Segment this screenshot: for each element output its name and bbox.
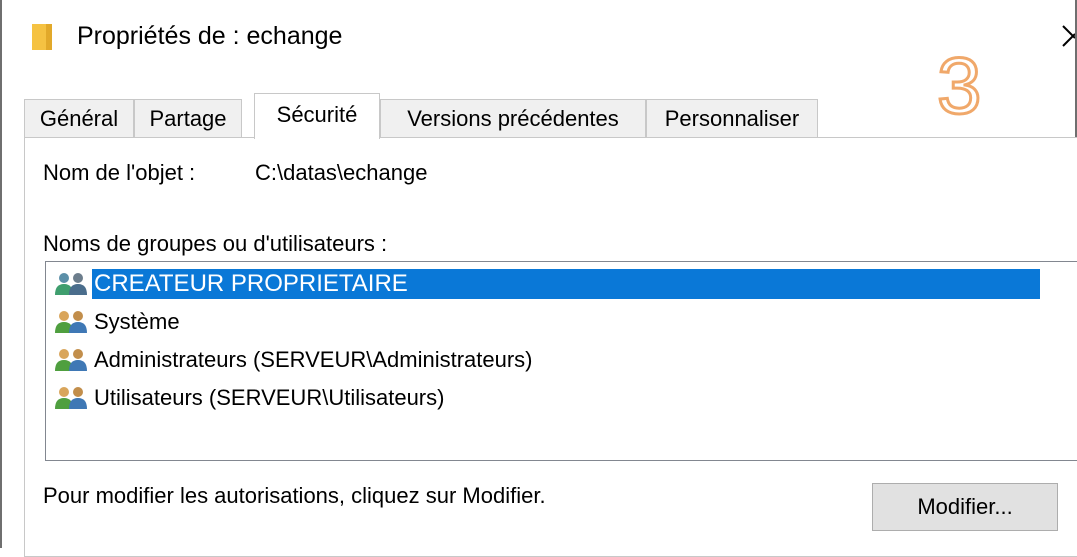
tab-partage[interactable]: Partage <box>134 99 242 137</box>
modify-hint: Pour modifier les autorisations, cliquez… <box>43 483 546 508</box>
modify-button[interactable]: Modifier... <box>872 483 1058 531</box>
tab-general[interactable]: Général <box>24 99 134 137</box>
title-bar[interactable]: Propriétés de : echange <box>2 0 1075 78</box>
tab-label: Partage <box>149 105 227 131</box>
list-item[interactable]: CREATEUR PROPRIETAIRE <box>54 268 1040 300</box>
tab-personnaliser[interactable]: Personnaliser <box>646 99 818 137</box>
close-icon[interactable] <box>1057 18 1075 54</box>
principal-name: CREATEUR PROPRIETAIRE <box>92 269 1040 299</box>
principal-name: Utilisateurs (SERVEUR\Utilisateurs) <box>94 385 445 410</box>
window-title: Propriétés de : echange <box>77 22 343 50</box>
groups-label: Noms de groupes ou d'utilisateurs : <box>43 231 388 256</box>
list-item[interactable]: Administrateurs (SERVEUR\Administrateurs… <box>54 344 537 376</box>
tab-label: Général <box>39 105 119 131</box>
tab-securite[interactable]: Sécurité <box>254 93 380 139</box>
users-group-icon <box>54 271 90 297</box>
tab-versions-precedentes[interactable]: Versions précédentes <box>380 99 646 137</box>
security-panel: Nom de l'objet : C:\datas\echange Noms d… <box>24 137 1077 557</box>
folder-icon <box>32 24 54 50</box>
tab-label: Versions précédentes <box>407 105 619 131</box>
list-item[interactable]: Utilisateurs (SERVEUR\Utilisateurs) <box>54 382 448 414</box>
users-group-icon <box>54 347 90 373</box>
object-name-value: C:\datas\echange <box>255 160 428 185</box>
tab-label: Sécurité <box>276 102 358 127</box>
step-marker: 3 <box>936 41 983 130</box>
tab-label: Personnaliser <box>664 105 800 131</box>
object-name-label: Nom de l'objet : <box>43 160 196 185</box>
principal-name: Système <box>94 309 180 334</box>
list-item[interactable]: Système <box>54 306 184 338</box>
principals-list[interactable]: CREATEUR PROPRIETAIRE Système Administra… <box>45 261 1077 461</box>
users-group-icon <box>54 385 90 411</box>
properties-window: Propriétés de : echange 3 Général Partag… <box>0 0 1077 557</box>
principal-name: Administrateurs (SERVEUR\Administrateurs… <box>94 347 533 372</box>
users-group-icon <box>54 309 90 335</box>
